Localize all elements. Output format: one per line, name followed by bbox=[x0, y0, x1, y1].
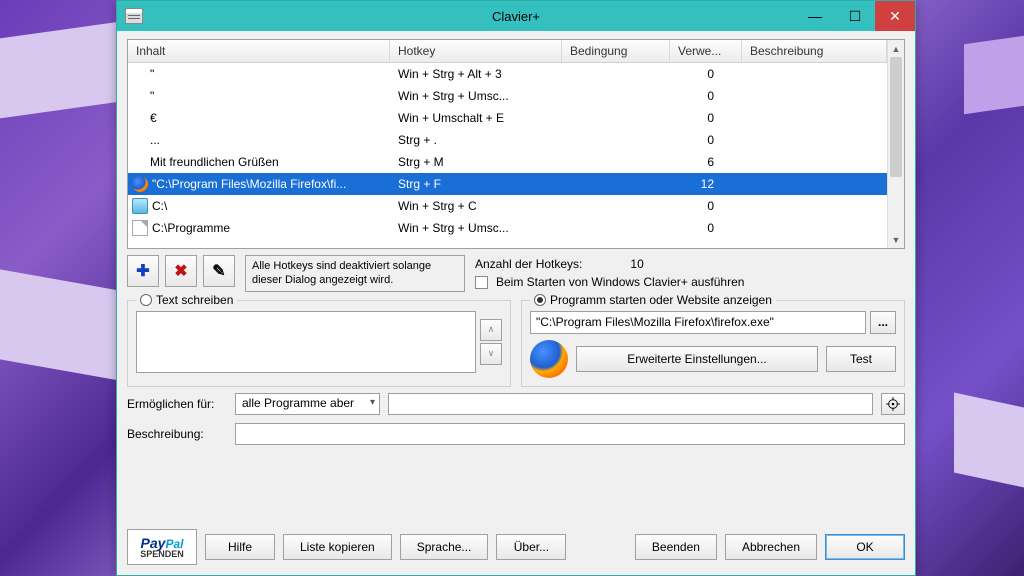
test-button[interactable]: Test bbox=[826, 346, 896, 372]
table-row[interactable]: ...Strg + .0 bbox=[128, 129, 887, 151]
ok-button[interactable]: OK bbox=[825, 534, 905, 560]
text-down-button[interactable]: ∨ bbox=[480, 343, 502, 365]
help-button[interactable]: Hilfe bbox=[205, 534, 275, 560]
crosshair-icon bbox=[886, 397, 900, 411]
app-window: Clavier+ — ☐ ✕ Inhalt Hotkey Bedingung V… bbox=[116, 0, 916, 576]
count-label: Anzahl der Hotkeys: bbox=[475, 257, 582, 271]
ff-icon bbox=[132, 176, 148, 192]
table-row[interactable]: €Win + Umschalt + E0 bbox=[128, 107, 887, 129]
paypal-logo: PayPal bbox=[141, 536, 184, 550]
table-row[interactable]: C:\ProgrammeWin + Strg + Umsc...0 bbox=[128, 217, 887, 239]
titlebar[interactable]: Clavier+ — ☐ ✕ bbox=[117, 1, 915, 31]
radio-program[interactable] bbox=[534, 294, 546, 306]
enable-for-input[interactable] bbox=[388, 393, 873, 415]
scroll-up-icon[interactable]: ▲ bbox=[888, 40, 904, 57]
advanced-settings-button[interactable]: Erweiterte Einstellungen... bbox=[576, 346, 818, 372]
list-header[interactable]: Inhalt Hotkey Bedingung Verwe... Beschre… bbox=[128, 40, 887, 63]
language-button[interactable]: Sprache... bbox=[400, 534, 489, 560]
cancel-button[interactable]: Abbrechen bbox=[725, 534, 817, 560]
col-bedingung[interactable]: Bedingung bbox=[562, 40, 670, 62]
program-panel: Programm starten oder Website anzeigen .… bbox=[521, 300, 905, 387]
window-title: Clavier+ bbox=[117, 9, 915, 24]
text-panel: Text schreiben ∧ ∨ bbox=[127, 300, 511, 387]
description-input[interactable] bbox=[235, 423, 905, 445]
autostart-checkbox[interactable] bbox=[475, 276, 488, 289]
scroll-thumb[interactable] bbox=[890, 57, 902, 177]
table-row[interactable]: "C:\Program Files\Mozilla Firefox\fi...S… bbox=[128, 173, 887, 195]
count-value: 10 bbox=[630, 257, 643, 271]
drv-icon bbox=[132, 198, 148, 214]
col-inhalt[interactable]: Inhalt bbox=[128, 40, 390, 62]
table-row[interactable]: "Win + Strg + Umsc...0 bbox=[128, 85, 887, 107]
delete-button[interactable]: ✖ bbox=[165, 255, 197, 287]
radio-text-label: Text schreiben bbox=[156, 293, 233, 307]
copy-list-button[interactable]: Liste kopieren bbox=[283, 534, 392, 560]
paypal-sub: SPENDEN bbox=[140, 550, 184, 559]
autostart-label: Beim Starten von Windows Clavier+ ausfüh… bbox=[496, 275, 744, 289]
edit-button[interactable]: ✎ bbox=[203, 255, 235, 287]
scroll-down-icon[interactable]: ▼ bbox=[888, 231, 904, 248]
text-up-button[interactable]: ∧ bbox=[480, 319, 502, 341]
table-row[interactable]: Mit freundlichen GrüßenStrg + M6 bbox=[128, 151, 887, 173]
program-path-input[interactable] bbox=[530, 311, 866, 334]
paypal-donate-button[interactable]: PayPal SPENDEN bbox=[127, 529, 197, 565]
radio-program-label: Programm starten oder Website anzeigen bbox=[550, 293, 772, 307]
col-beschreibung[interactable]: Beschreibung bbox=[742, 40, 887, 62]
quit-button[interactable]: Beenden bbox=[635, 534, 717, 560]
table-row[interactable]: "Win + Strg + Alt + 30 bbox=[128, 63, 887, 85]
description-label: Beschreibung: bbox=[127, 427, 227, 441]
col-verwendung[interactable]: Verwe... bbox=[670, 40, 742, 62]
table-row[interactable]: C:\Win + Strg + C0 bbox=[128, 195, 887, 217]
firefox-icon bbox=[530, 340, 568, 378]
enable-for-label: Ermöglichen für: bbox=[127, 397, 227, 411]
radio-text[interactable] bbox=[140, 294, 152, 306]
about-button[interactable]: Über... bbox=[496, 534, 566, 560]
info-note: Alle Hotkeys sind deaktiviert solange di… bbox=[245, 255, 465, 292]
target-picker-button[interactable] bbox=[881, 393, 905, 415]
list-scrollbar[interactable]: ▲ ▼ bbox=[887, 40, 904, 248]
browse-button[interactable]: ... bbox=[870, 311, 896, 334]
text-input[interactable] bbox=[136, 311, 476, 373]
hotkey-list[interactable]: Inhalt Hotkey Bedingung Verwe... Beschre… bbox=[127, 39, 905, 249]
enable-for-combo[interactable]: alle Programme aber bbox=[235, 393, 380, 415]
doc-icon bbox=[132, 220, 148, 236]
col-hotkey[interactable]: Hotkey bbox=[390, 40, 562, 62]
add-button[interactable]: ✚ bbox=[127, 255, 159, 287]
